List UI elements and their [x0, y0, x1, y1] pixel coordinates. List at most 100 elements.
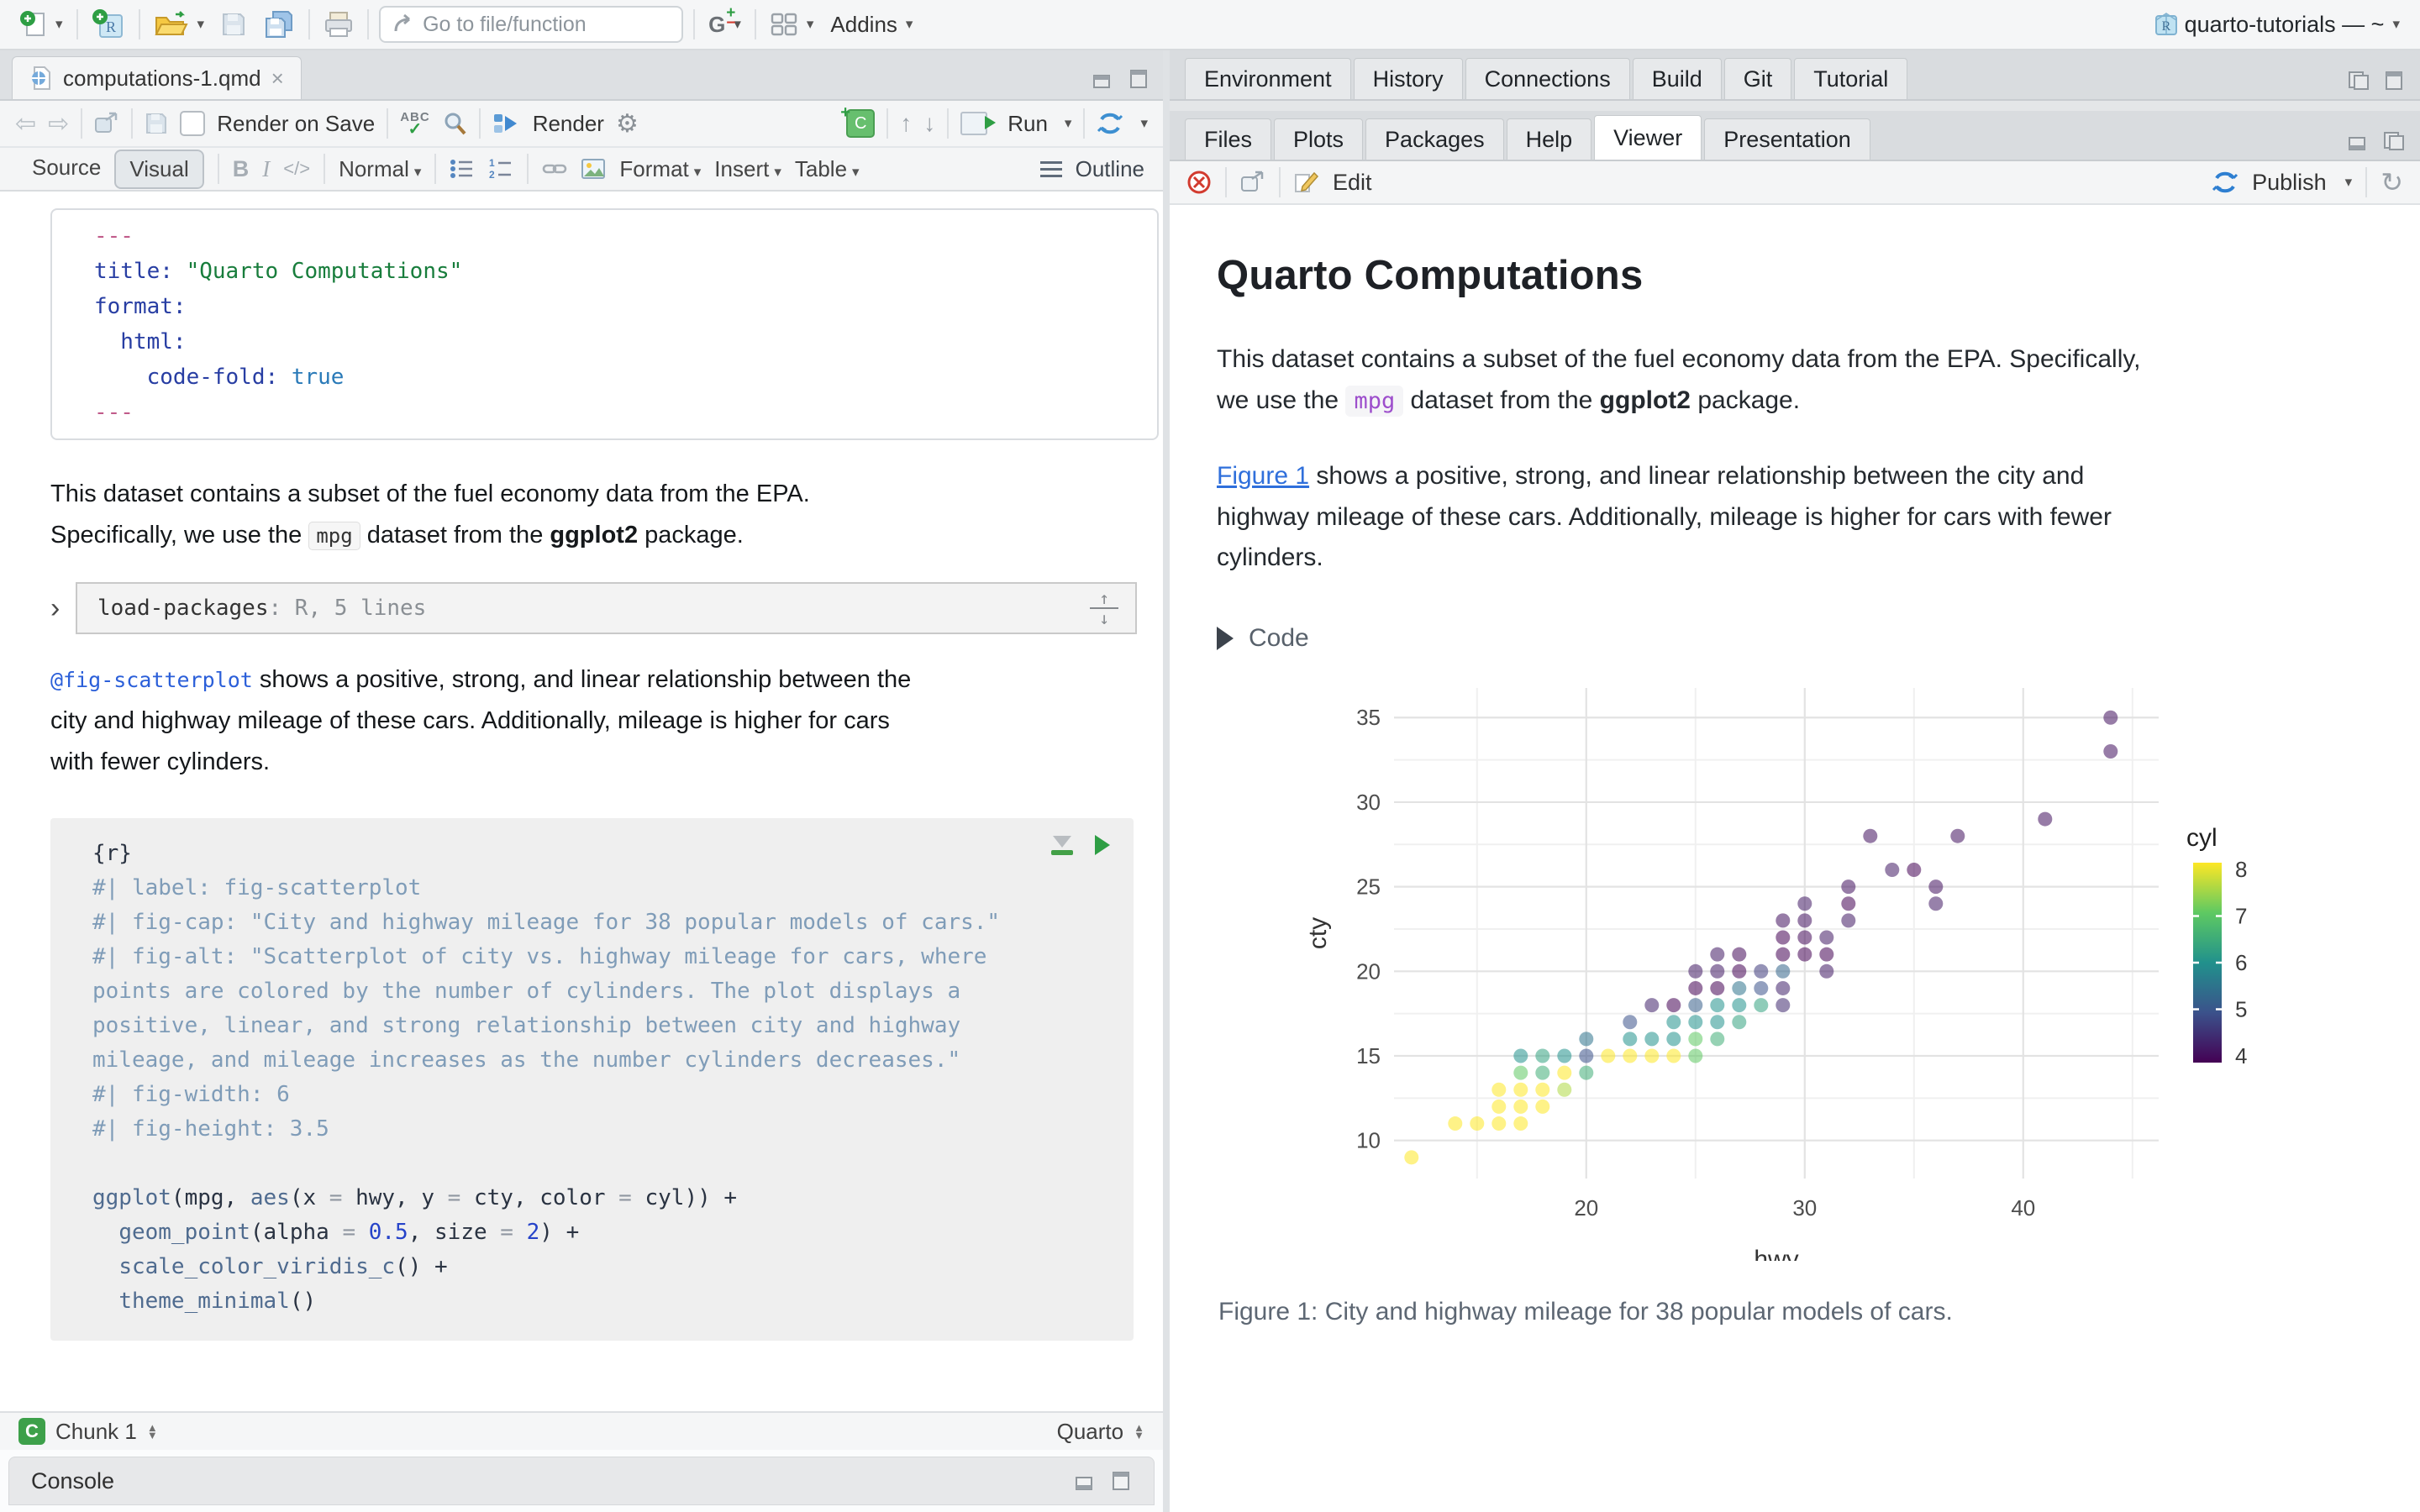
publish-caret-icon[interactable]: ▾: [2345, 174, 2353, 191]
maximize-pane-icon[interactable]: [2383, 131, 2405, 151]
outline-toggle[interactable]: Outline: [1076, 156, 1144, 182]
italic-button[interactable]: I: [262, 156, 270, 182]
tab-build[interactable]: Build: [1633, 58, 1722, 99]
numbered-list-icon[interactable]: 12: [488, 158, 513, 180]
paragraph-style-select[interactable]: Normal▾: [339, 156, 421, 182]
tab-files[interactable]: Files: [1185, 118, 1271, 160]
editor-paragraph[interactable]: This dataset contains a subset of the fu…: [50, 474, 1113, 557]
tab-plots[interactable]: Plots: [1274, 118, 1363, 160]
data-point: [1666, 1032, 1681, 1046]
doc-type-spinner-icon[interactable]: ▲▼: [1134, 1424, 1144, 1439]
tab-computations-1[interactable]: computations-1.qmd ×: [12, 56, 302, 99]
publish-button[interactable]: Publish: [2252, 170, 2327, 196]
format-menu[interactable]: Format▾: [619, 156, 701, 182]
minimize-pane-icon[interactable]: [2348, 71, 2370, 91]
tab-tutorial[interactable]: Tutorial: [1794, 58, 1907, 99]
data-point: [1579, 1066, 1593, 1080]
edit-button[interactable]: Edit: [1333, 170, 1372, 196]
chunk-spinner-icon[interactable]: ▲▼: [147, 1424, 158, 1439]
tab-git[interactable]: Git: [1724, 58, 1792, 99]
source-rerun-caret-icon[interactable]: ▾: [1140, 115, 1148, 132]
minimize-pane-icon[interactable]: [2348, 131, 2370, 151]
yaml-block[interactable]: ---title: "Quarto Computations"format: h…: [50, 208, 1159, 440]
table-menu[interactable]: Table▾: [795, 156, 860, 182]
popout-icon[interactable]: [94, 112, 119, 135]
chunk-expand-icon[interactable]: ↑↓: [1090, 591, 1118, 625]
run-caret-icon[interactable]: ▾: [1065, 115, 1072, 132]
tab-close-icon[interactable]: ×: [271, 66, 284, 92]
source-mode-button[interactable]: Source: [18, 150, 114, 189]
bullet-list-icon[interactable]: [450, 158, 475, 180]
run-label[interactable]: Run: [1007, 111, 1048, 137]
new-file-button[interactable]: ▾: [17, 7, 66, 42]
r-code-chunk[interactable]: {r}#| label: fig-scatterplot#| fig-cap: …: [50, 818, 1134, 1341]
render-icon[interactable]: [492, 111, 521, 136]
search-icon[interactable]: [442, 111, 467, 136]
minimize-pane-icon[interactable]: [1092, 69, 1114, 89]
git-button[interactable]: G+− ▾: [705, 10, 744, 39]
tab-help[interactable]: Help: [1507, 118, 1592, 160]
console-minimize-icon[interactable]: [1075, 1471, 1097, 1491]
chunk-expand-chevron-icon[interactable]: ›: [50, 594, 76, 622]
code-fold-toggle[interactable]: Code: [1217, 624, 2420, 653]
open-file-caret-icon[interactable]: ▾: [197, 16, 205, 33]
render-label[interactable]: Render: [533, 111, 604, 137]
link-icon[interactable]: [542, 158, 567, 180]
collapsed-chunk-load-packages[interactable]: load-packages: R, 5 lines ↑↓: [76, 582, 1137, 634]
run-icon[interactable]: [960, 112, 987, 135]
tab-connections[interactable]: Connections: [1465, 58, 1630, 99]
forward-icon[interactable]: ⇨: [48, 109, 69, 139]
run-chunk-icon[interactable]: [1095, 835, 1110, 855]
save-doc-icon[interactable]: [145, 112, 168, 135]
maximize-pane-icon[interactable]: [2383, 71, 2405, 91]
viewer-toolbar: Edit Publish ▾ ↻: [1170, 161, 2420, 205]
data-point: [1907, 863, 1921, 877]
editor-paragraph[interactable]: @fig-scatterplot shows a positive, stron…: [50, 659, 1113, 783]
goto-file-input[interactable]: Go to file/function: [379, 6, 683, 43]
chunk-position[interactable]: Chunk 1: [55, 1419, 137, 1445]
save-button[interactable]: [218, 8, 250, 40]
visual-mode-button[interactable]: Visual: [114, 150, 203, 189]
image-icon[interactable]: [581, 158, 606, 180]
edit-pencil-icon[interactable]: [1294, 170, 1319, 195]
git-icon: G+−: [708, 13, 725, 35]
tab-presentation[interactable]: Presentation: [1704, 118, 1870, 160]
stop-icon[interactable]: [1186, 170, 1212, 195]
maximize-pane-icon[interactable]: [1128, 69, 1150, 89]
doc-type-label[interactable]: Quarto: [1057, 1419, 1124, 1445]
render-on-save-checkbox[interactable]: [180, 111, 205, 136]
editor-canvas[interactable]: ---title: "Quarto Computations"format: h…: [0, 192, 1163, 1411]
bold-button[interactable]: B: [233, 156, 250, 182]
code-format-button[interactable]: </>: [283, 158, 310, 180]
console-maximize-icon[interactable]: [1110, 1471, 1132, 1491]
viewer-popout-icon[interactable]: [1240, 171, 1265, 194]
go-next-chunk-icon[interactable]: ↓: [923, 110, 935, 137]
console-header[interactable]: Console: [8, 1457, 1155, 1505]
source-rerun-icon[interactable]: [1097, 111, 1123, 136]
print-button[interactable]: [320, 8, 357, 41]
insert-chunk-icon[interactable]: +C: [846, 109, 875, 138]
render-settings-icon[interactable]: ⚙: [616, 109, 639, 139]
open-file-button[interactable]: ▾: [150, 8, 208, 41]
new-file-caret-icon[interactable]: ▾: [55, 16, 63, 33]
run-chunks-above-icon[interactable]: [1051, 836, 1073, 855]
panes-button[interactable]: ▾: [766, 8, 818, 40]
tab-packages[interactable]: Packages: [1365, 118, 1504, 160]
spellcheck-icon[interactable]: ABC✓: [400, 111, 430, 136]
chunk-code: {r}#| label: fig-scatterplot#| fig-cap: …: [92, 837, 1113, 1319]
tab-history[interactable]: History: [1354, 58, 1463, 99]
back-icon[interactable]: ⇦: [15, 109, 36, 139]
tab-viewer[interactable]: Viewer: [1594, 115, 1702, 160]
new-project-button[interactable]: R: [88, 5, 129, 44]
addins-button[interactable]: Addins ▾: [827, 8, 916, 41]
panes-caret-icon[interactable]: ▾: [807, 16, 814, 33]
tab-environment[interactable]: Environment: [1185, 58, 1351, 99]
refresh-icon[interactable]: ↻: [2381, 166, 2403, 198]
go-prev-chunk-icon[interactable]: ↑: [900, 110, 912, 137]
save-all-button[interactable]: [260, 7, 298, 42]
project-menu[interactable]: R quarto-tutorials — ~ ▾: [2149, 7, 2403, 42]
publish-icon[interactable]: [2212, 170, 2238, 195]
insert-menu[interactable]: Insert▾: [714, 156, 781, 182]
pane-splitter[interactable]: [1163, 50, 1170, 1512]
outline-icon: [1040, 161, 1062, 177]
